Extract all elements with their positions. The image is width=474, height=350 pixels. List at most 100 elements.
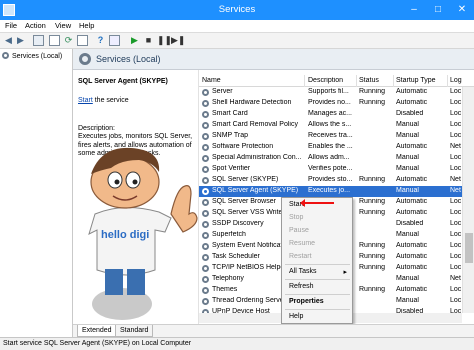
service-startup-type: Disabled <box>396 110 424 117</box>
column-log-on-as[interactable]: Log <box>450 77 470 84</box>
gear-icon <box>202 133 209 140</box>
refresh-icon[interactable]: ⟳ <box>63 35 74 46</box>
gear-icon <box>202 100 209 107</box>
minimize-button[interactable]: – <box>402 0 426 20</box>
service-row[interactable]: Smart Card Removal Policy Allows the s...… <box>199 120 462 131</box>
console-tree: Services (Local) <box>0 49 73 337</box>
service-row[interactable]: Special Administration Con... Allows adm.… <box>199 153 462 164</box>
menu-item-refresh-label: Refresh <box>289 283 314 290</box>
service-name: SNMP Trap <box>212 132 249 139</box>
view-icon[interactable] <box>49 35 60 46</box>
scroll-thumb[interactable] <box>465 233 473 263</box>
mascot-shirt <box>88 206 172 276</box>
forward-icon[interactable]: ▶ <box>15 35 26 46</box>
service-description: Verifies pote... <box>308 165 353 172</box>
menu-item-pause[interactable]: Pause <box>282 225 352 237</box>
column-startup-type[interactable]: Startup Type <box>396 77 446 84</box>
menu-help[interactable]: Help <box>79 21 94 30</box>
service-log-on-as: Loc <box>450 88 462 95</box>
menu-separator <box>285 309 350 310</box>
start-icon[interactable]: ▶ <box>129 35 140 46</box>
service-status: Running <box>359 209 386 216</box>
menu-item-help[interactable]: Help <box>282 311 352 323</box>
service-name: Spot Verifier <box>212 165 251 172</box>
back-icon[interactable]: ◀ <box>3 35 14 46</box>
service-description: Provides sto... <box>308 176 353 183</box>
gear-icon <box>202 89 209 96</box>
status-bar: Start service SQL Server Agent (SKYPE) o… <box>0 337 474 350</box>
menu-item-properties[interactable]: Properties <box>282 296 352 308</box>
close-button[interactable]: ✕ <box>450 0 474 20</box>
service-row[interactable]: SQL Server Agent (SKYPE) Executes jo... Ma… <box>199 186 462 197</box>
restart-icon[interactable]: ▶❚ <box>171 35 185 46</box>
service-row[interactable]: Smart Card Manages ac... Disabled Loc <box>199 109 462 120</box>
service-startup-type: Manual <box>396 187 419 194</box>
tree-item-label: Services (Local) <box>12 53 63 60</box>
menu-item-help-label: Help <box>289 313 304 320</box>
maximize-button[interactable]: □ <box>426 0 450 20</box>
column-description[interactable]: Description <box>308 77 355 84</box>
export-icon[interactable] <box>77 35 88 46</box>
pause-icon[interactable]: ❚❚ <box>157 35 172 46</box>
gear-icon <box>202 122 209 129</box>
stop-icon[interactable]: ■ <box>143 35 154 46</box>
service-status: Running <box>359 88 386 95</box>
service-description: Allows the s... <box>308 121 352 128</box>
menu-separator <box>285 279 350 280</box>
column-name[interactable]: Name <box>202 77 302 84</box>
service-name: SQL Server (SKYPE) <box>212 176 279 183</box>
start-suffix: the service <box>92 97 129 104</box>
menu-item-resume[interactable]: Resume <box>282 238 352 250</box>
menu-item-properties-label: Properties <box>289 298 324 305</box>
menu-separator <box>285 264 350 265</box>
service-row[interactable]: Shell Hardware Detection Provides no... Ru… <box>199 98 462 109</box>
service-log-on-as: Loc <box>450 110 462 117</box>
menu-item-stop[interactable]: Stop <box>282 212 352 224</box>
column-status[interactable]: Status <box>359 77 393 84</box>
vertical-scrollbar[interactable] <box>462 87 474 313</box>
service-startup-type: Manual <box>396 121 419 128</box>
service-row[interactable]: Spot Verifier Verifies pote... Manual Loc <box>199 164 462 175</box>
service-startup-type: Disabled <box>396 220 424 227</box>
menu-separator <box>285 294 350 295</box>
service-status: Running <box>359 198 386 205</box>
menu-item-refresh[interactable]: Refresh <box>282 281 352 293</box>
service-name: Smart Card <box>212 110 248 117</box>
service-startup-type: Automatic <box>396 176 428 183</box>
service-status: Running <box>359 99 386 106</box>
service-row[interactable]: SNMP Trap Receives tra... Manual Loc <box>199 131 462 142</box>
service-row[interactable]: Server Supports fil... Running Automatic Loc <box>199 87 462 98</box>
menu-view[interactable]: View <box>55 21 71 30</box>
mascot-shirt-text: hello digi <box>101 229 149 241</box>
mascot-left-leg <box>105 269 123 295</box>
menu-file[interactable]: File <box>5 21 17 30</box>
help-icon[interactable]: ? <box>95 35 106 46</box>
properties-icon[interactable] <box>109 35 120 46</box>
service-startup-type: Automatic <box>396 242 428 249</box>
start-service-link[interactable]: Start <box>78 97 93 104</box>
service-row[interactable]: SQL Server (SKYPE) Provides sto... Running… <box>199 175 462 186</box>
mascot-right-leg <box>127 269 145 295</box>
service-row[interactable]: Software Protection Enables the ... Automa… <box>199 142 462 153</box>
red-arrow-annotation <box>300 199 334 207</box>
console-tree-icon[interactable] <box>33 35 44 46</box>
service-log-on-as: Loc <box>450 264 462 271</box>
menu-item-start[interactable]: Start <box>282 199 352 211</box>
selected-service-name: SQL Server Agent (SKYPE) <box>78 78 168 85</box>
title-bar: Services – □ ✕ <box>0 0 474 20</box>
service-status: Running <box>359 286 386 293</box>
service-status: Running <box>359 242 386 249</box>
menu-item-restart[interactable]: Restart <box>282 251 352 263</box>
service-log-on-as: Loc <box>450 165 462 172</box>
tab-extended[interactable]: Extended <box>77 325 117 337</box>
tree-item-services-local[interactable]: Services (Local) <box>2 52 72 62</box>
column-header: Name Description Status Startup Type Log <box>199 75 474 87</box>
menu-item-pause-label: Pause <box>289 227 309 234</box>
service-description: Allows adm... <box>308 154 350 161</box>
service-status: Running <box>359 253 386 260</box>
tab-standard[interactable]: Standard <box>115 325 154 337</box>
menu-action[interactable]: Action <box>25 21 46 30</box>
menu-item-all-tasks[interactable]: All Tasks ▸ <box>282 266 352 278</box>
service-startup-type: Automatic <box>396 209 428 216</box>
service-startup-type: Automatic <box>396 143 428 150</box>
